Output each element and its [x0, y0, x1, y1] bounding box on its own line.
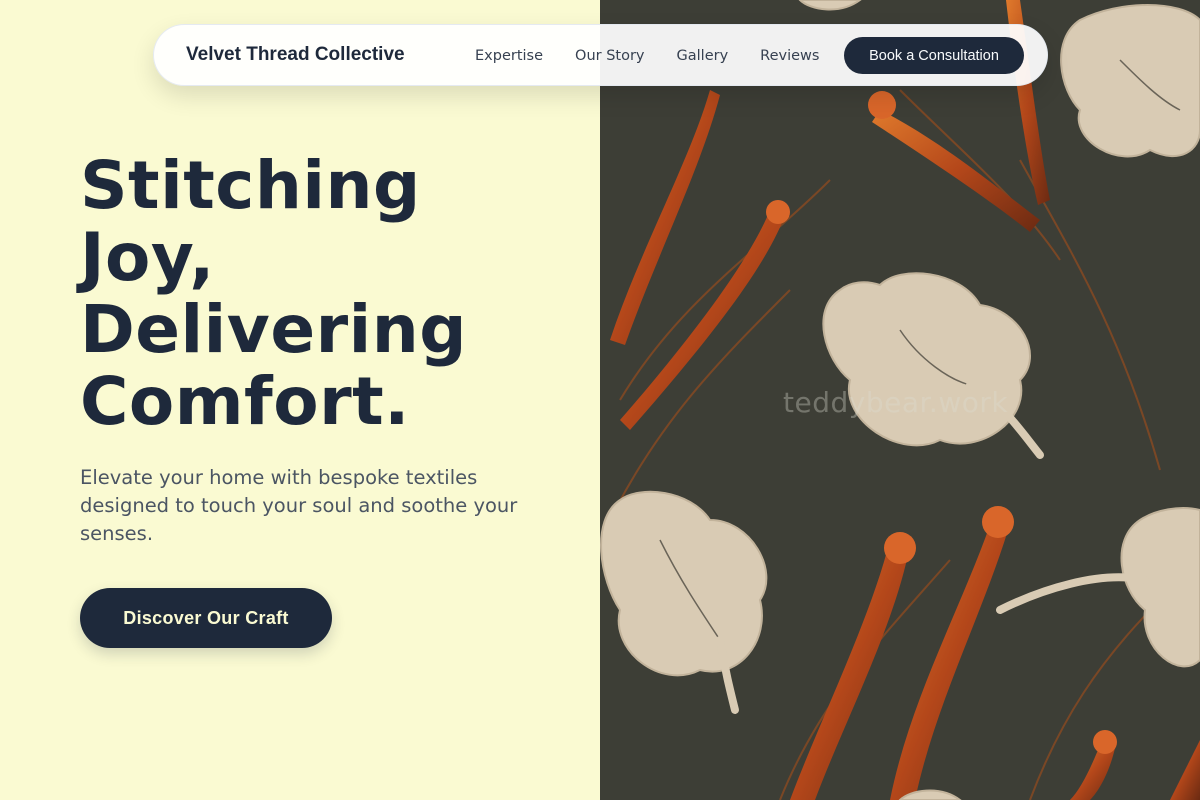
- watermark-text: teddybear.work: [783, 386, 1009, 419]
- nav-link-expertise[interactable]: Expertise: [475, 48, 543, 64]
- hero-headline: Stitching Joy, Delivering Comfort.: [80, 150, 560, 438]
- book-consultation-button[interactable]: Book a Consultation: [844, 37, 1024, 74]
- headline-line: Joy,: [80, 219, 215, 296]
- nav-link-reviews[interactable]: Reviews: [760, 48, 819, 64]
- headline-line: Delivering: [80, 291, 467, 368]
- headline-line: Stitching: [80, 147, 421, 224]
- brand-logo-text[interactable]: Velvet Thread Collective: [186, 44, 405, 66]
- headline-line: Comfort.: [80, 363, 410, 440]
- discover-craft-button[interactable]: Discover Our Craft: [80, 588, 332, 648]
- nav-link-our-story[interactable]: Our Story: [575, 48, 644, 64]
- hero-subtext: Elevate your home with bespoke textiles …: [80, 466, 518, 545]
- hero-section: Stitching Joy, Delivering Comfort. Eleva…: [0, 0, 600, 800]
- nav-links: Expertise Our Story Gallery Reviews: [475, 25, 819, 87]
- top-navbar: Velvet Thread Collective Expertise Our S…: [153, 24, 1048, 86]
- nav-link-gallery[interactable]: Gallery: [677, 48, 729, 64]
